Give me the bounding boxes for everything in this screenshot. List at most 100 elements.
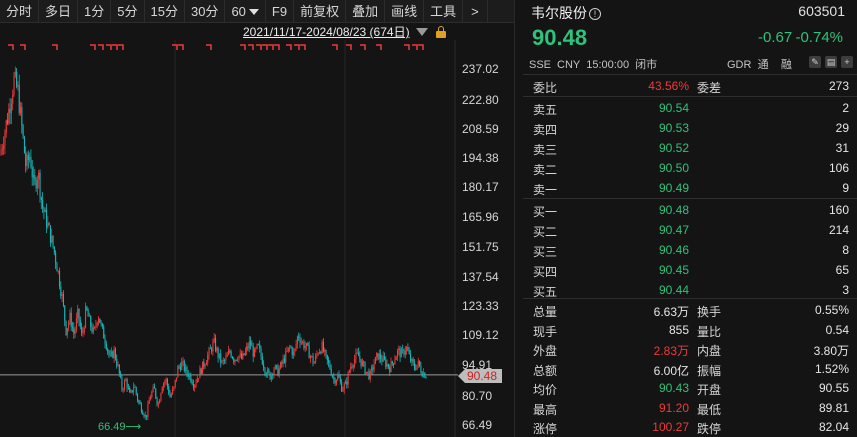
candle-body <box>403 349 405 355</box>
candle-body <box>169 393 171 398</box>
stat-row: 总额 6.00亿 振幅 1.52% <box>533 359 849 379</box>
candle-body <box>114 348 116 360</box>
candlestick-chart[interactable] <box>0 40 514 437</box>
candle-body <box>65 320 67 335</box>
candle-body <box>378 353 380 360</box>
event-marker <box>360 44 366 50</box>
margin-tag[interactable]: 融 <box>781 59 792 71</box>
candle-body <box>79 320 81 328</box>
gdr-tag[interactable]: GDR <box>727 59 751 71</box>
add-icon[interactable]: + <box>841 56 853 68</box>
candle-body <box>166 378 168 387</box>
candle-body <box>317 353 319 355</box>
candle-body <box>178 366 180 368</box>
candle-body <box>60 286 62 296</box>
more-button[interactable]: > <box>463 0 488 23</box>
tab-15min[interactable]: 15分 <box>145 0 185 23</box>
row-label: 涨停 <box>533 422 558 436</box>
candle-body <box>395 356 397 360</box>
tab-multiday[interactable]: 多日 <box>39 0 79 23</box>
row-label-2: 最低 <box>697 402 722 417</box>
candle-body <box>244 350 246 356</box>
info-icon[interactable]: ! <box>589 8 601 20</box>
candle-body <box>329 362 331 369</box>
candle-body <box>109 354 111 356</box>
event-marker <box>346 44 352 50</box>
tab-intraday[interactable]: 分时 <box>0 0 40 23</box>
connect-tag[interactable]: 通 <box>758 59 769 71</box>
candle-body <box>224 359 226 361</box>
tools-button[interactable]: 工具 <box>424 0 464 23</box>
candle-body <box>168 386 170 394</box>
divider <box>523 298 857 299</box>
candle-body <box>189 374 191 378</box>
candle-body <box>46 209 48 228</box>
candle-body <box>105 343 107 349</box>
chart-icon[interactable]: ▤ <box>825 56 837 68</box>
candle-body <box>176 377 178 380</box>
row-price: 90.54 <box>658 101 689 115</box>
tab-5min[interactable]: 5分 <box>111 0 145 23</box>
candle-body <box>325 350 327 355</box>
candle-body <box>82 332 84 334</box>
tab-60min-dropdown[interactable]: 60 <box>225 0 266 23</box>
last-price: 90.48 <box>532 25 588 50</box>
stat-row: 最高 91.20 最低 89.81 <box>533 398 849 418</box>
stock-name[interactable]: 韦尔股份! <box>531 3 601 23</box>
candle-body <box>4 132 6 146</box>
date-range-text[interactable]: 2021/11/17-2024/08/23 (674日) <box>243 23 410 40</box>
date-range[interactable]: 2021/11/17-2024/08/23 (674日) <box>243 24 446 39</box>
candle-body <box>408 350 410 354</box>
candle-body <box>421 372 423 377</box>
candle-body <box>59 270 61 287</box>
row-price: 90.46 <box>658 243 689 257</box>
event-marker <box>262 44 268 50</box>
tab-f9[interactable]: F9 <box>266 0 295 23</box>
adjust-forward-button[interactable]: 前复权 <box>294 0 347 23</box>
candle-body <box>147 403 149 418</box>
candle-body <box>155 388 157 398</box>
y-tick-label: 123.33 <box>462 299 499 313</box>
triangle-down-icon[interactable] <box>415 27 428 36</box>
candle-body <box>17 85 19 87</box>
candle-body <box>337 374 339 380</box>
candle-body <box>0 149 2 155</box>
candle-body <box>338 374 340 378</box>
candle-body <box>101 323 103 327</box>
candle-body <box>389 367 391 373</box>
overlay-button[interactable]: 叠加 <box>346 0 386 23</box>
candle-body <box>121 376 123 390</box>
candle-body <box>346 381 348 385</box>
candle-body <box>69 312 71 323</box>
chart-panel[interactable]: 分时 多日 1分 5分 15分 30分 60 F9 前复权 叠加 画线 工具 >… <box>0 0 514 437</box>
candle-body <box>423 372 425 377</box>
lock-icon[interactable] <box>435 25 446 38</box>
candle-body <box>265 373 267 376</box>
tab-30min[interactable]: 30分 <box>185 0 226 23</box>
candle-body <box>246 346 248 351</box>
candle-body <box>345 381 347 385</box>
candle-body <box>243 353 245 356</box>
tab-1min[interactable]: 1分 <box>78 0 112 23</box>
current-price-tag: 90.48 <box>458 369 503 383</box>
candle-body <box>355 352 357 359</box>
y-tick-label: 180.17 <box>462 180 499 194</box>
stock-code: 603501 <box>798 3 845 19</box>
candle-body <box>369 370 371 380</box>
row-label-2: 内盘 <box>697 344 722 358</box>
candle-body <box>9 108 11 113</box>
row-label: 卖三 <box>533 143 558 157</box>
row-volume: 3.80万 <box>813 344 849 358</box>
row-price: 90.53 <box>658 121 689 135</box>
candle-body <box>124 381 126 390</box>
draw-line-button[interactable]: 画线 <box>385 0 425 23</box>
candle-body <box>229 350 231 352</box>
candle-body <box>234 359 236 363</box>
candle-body <box>312 355 314 364</box>
candle-body <box>73 327 75 334</box>
y-tick-label: 109.12 <box>462 328 499 342</box>
row-label: 总量 <box>533 305 558 319</box>
stock-name-text[interactable]: 韦尔股份 <box>531 5 587 21</box>
y-tick-label: 165.96 <box>462 210 499 224</box>
edit-icon[interactable]: ✎ <box>809 56 821 68</box>
